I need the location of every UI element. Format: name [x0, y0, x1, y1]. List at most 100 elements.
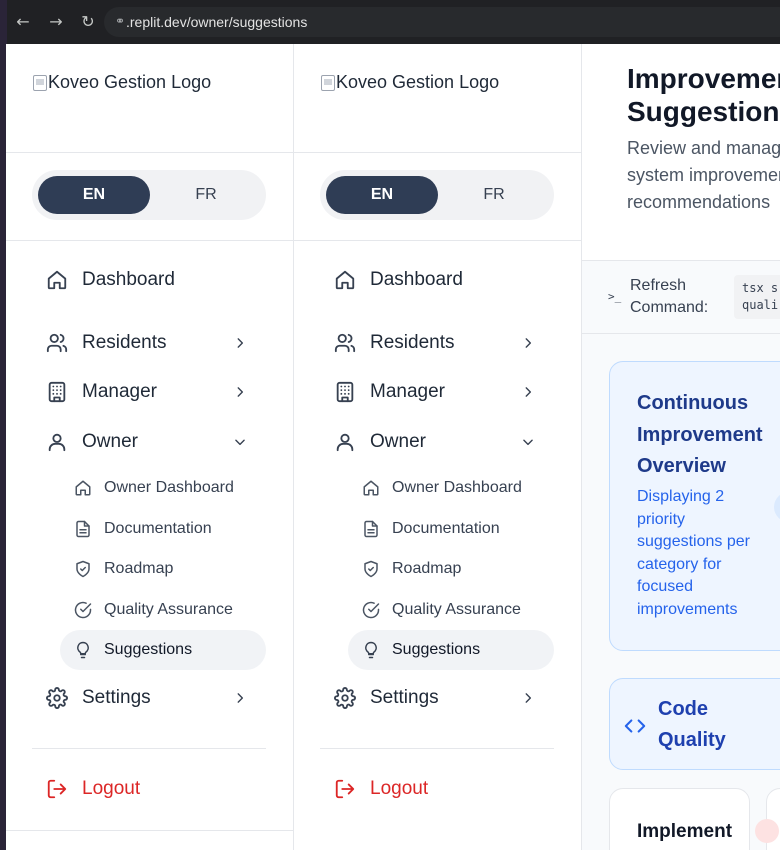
lang-en-button[interactable]: EN: [326, 176, 438, 214]
refresh-command-code[interactable]: tsx s quali: [734, 275, 780, 319]
chevron-right-icon: [518, 382, 538, 402]
back-icon[interactable]: ←: [12, 11, 34, 33]
logout-button[interactable]: Logout: [320, 769, 554, 809]
nav-owner[interactable]: Owner: [320, 422, 554, 462]
home-icon: [72, 477, 94, 499]
divider: [320, 748, 554, 749]
nav-residents[interactable]: Residents: [32, 323, 266, 363]
file-text-icon: [360, 518, 382, 540]
lang-fr-button[interactable]: FR: [150, 176, 262, 214]
forward-icon[interactable]: →: [45, 11, 67, 33]
logo[interactable]: Koveo Gestion Logo: [321, 72, 499, 93]
sidebar-item-label: Suggestions: [392, 641, 481, 658]
nav-settings[interactable]: Settings: [32, 678, 266, 718]
language-area: EN FR: [6, 153, 293, 241]
sidebar-item-roadmap[interactable]: Roadmap: [348, 549, 554, 589]
sidebar-item-quality-assurance[interactable]: Quality Assurance: [348, 590, 554, 630]
stat-circle: [774, 492, 780, 522]
logo-area: Koveo Gestion Logo: [6, 44, 293, 153]
suggestion-card[interactable]: [755, 788, 780, 850]
sidebar-item-documentation[interactable]: Documentation: [348, 509, 554, 549]
nav-owner[interactable]: Owner: [32, 422, 266, 462]
divider: [6, 830, 293, 831]
user-icon: [44, 429, 70, 455]
sidebar-item-label: Roadmap: [392, 560, 462, 577]
chevron-right-icon: [230, 382, 250, 402]
sidebar-item-suggestions[interactable]: Suggestions: [60, 630, 266, 670]
sidebar-item-quality-assurance[interactable]: Quality Assurance: [60, 590, 266, 630]
page-subtitle: Review and manag system improvement reco…: [627, 138, 780, 212]
page-title: Improvemen Suggestions: [627, 63, 780, 127]
sidebar-item-documentation[interactable]: Documentation: [60, 509, 266, 549]
nav-manager-label: Manager: [370, 381, 445, 402]
overview-description: Displaying 2 priority suggestions per ca…: [637, 488, 750, 618]
chevron-right-icon: [518, 688, 538, 708]
file-text-icon: [72, 518, 94, 540]
chevron-right-icon: [230, 688, 250, 708]
sidebar-item-suggestions[interactable]: Suggestions: [348, 630, 554, 670]
sidebar-item-label: Owner Dashboard: [104, 479, 234, 496]
sidebar-item-roadmap[interactable]: Roadmap: [60, 549, 266, 589]
home-icon: [332, 267, 358, 293]
sidebar-item-label: Roadmap: [104, 560, 174, 577]
logo-alt-text: Koveo Gestion Logo: [48, 72, 212, 92]
overview-card: Continuous Improvement Overview Displayi…: [609, 361, 780, 651]
suggestion-title: Implement: [637, 821, 733, 842]
broken-image-icon: [321, 74, 335, 91]
sidebar-item-label: Documentation: [392, 520, 500, 537]
nav-manager[interactable]: Manager: [32, 372, 266, 412]
broken-image-icon: [33, 74, 47, 91]
category-title: Code Quality: [658, 698, 726, 751]
logout-label: Logout: [370, 778, 429, 799]
nav-residents-label: Residents: [82, 332, 167, 353]
check-circle-icon: [360, 599, 382, 621]
lang-en-button[interactable]: EN: [38, 176, 150, 214]
logo[interactable]: Koveo Gestion Logo: [33, 72, 211, 93]
chevron-right-icon: [230, 333, 250, 353]
sidebar-item-owner-dashboard[interactable]: Owner Dashboard: [348, 468, 554, 508]
sidebar-item-label: Quality Assurance: [104, 601, 233, 618]
divider: [32, 748, 266, 749]
users-icon: [44, 330, 70, 356]
nav-dashboard-label: Dashboard: [82, 269, 175, 290]
page-header: Improvemen Suggestions Review and manag …: [582, 44, 780, 261]
sidebar: Koveo Gestion Logo EN FR Dashboard Resid…: [6, 44, 294, 850]
logout-icon: [44, 776, 70, 802]
logo-area: Koveo Gestion Logo: [294, 44, 581, 153]
lightbulb-icon: [360, 639, 382, 661]
logout-label: Logout: [82, 778, 141, 799]
nav-owner-label: Owner: [82, 431, 138, 452]
language-toggle: EN FR: [320, 170, 554, 220]
nav-residents[interactable]: Residents: [320, 323, 554, 363]
check-circle-icon: [72, 599, 94, 621]
sidebar-item-label: Suggestions: [104, 641, 193, 658]
address-bar[interactable]: ⚭ .replit.dev/owner/suggestions: [104, 7, 780, 37]
lang-fr-button[interactable]: FR: [438, 176, 550, 214]
gear-icon: [332, 685, 358, 711]
sidebar-item-label: Documentation: [104, 520, 212, 537]
nav-manager[interactable]: Manager: [320, 372, 554, 412]
refresh-command-bar: >_ Refresh Command: tsx s quali: [582, 261, 780, 334]
home-icon: [44, 267, 70, 293]
nav-dashboard[interactable]: Dashboard: [320, 260, 554, 300]
users-icon: [332, 330, 358, 356]
nav-manager-label: Manager: [82, 381, 157, 402]
url-text[interactable]: .replit.dev/owner/suggestions: [126, 14, 307, 30]
reload-icon[interactable]: ↻: [77, 11, 99, 33]
nav-residents-label: Residents: [370, 332, 455, 353]
chevron-down-icon: [230, 432, 250, 452]
category-card-code-quality[interactable]: Code Quality: [609, 678, 780, 770]
logo-alt-text: Koveo Gestion Logo: [336, 72, 500, 92]
sidebar-item-owner-dashboard[interactable]: Owner Dashboard: [60, 468, 266, 508]
shield-check-icon: [72, 558, 94, 580]
gear-icon: [44, 685, 70, 711]
logout-button[interactable]: Logout: [32, 769, 266, 809]
nav-settings-label: Settings: [82, 687, 151, 708]
nav-settings[interactable]: Settings: [320, 678, 554, 718]
nav-dashboard[interactable]: Dashboard: [32, 260, 266, 300]
chevron-right-icon: [518, 333, 538, 353]
suggestion-card[interactable]: Implement: [609, 788, 750, 850]
nav-owner-label: Owner: [370, 431, 426, 452]
browser-toolbar: ← → ↻ ⚭ .replit.dev/owner/suggestions: [0, 0, 780, 44]
nav-dashboard-label: Dashboard: [370, 269, 463, 290]
